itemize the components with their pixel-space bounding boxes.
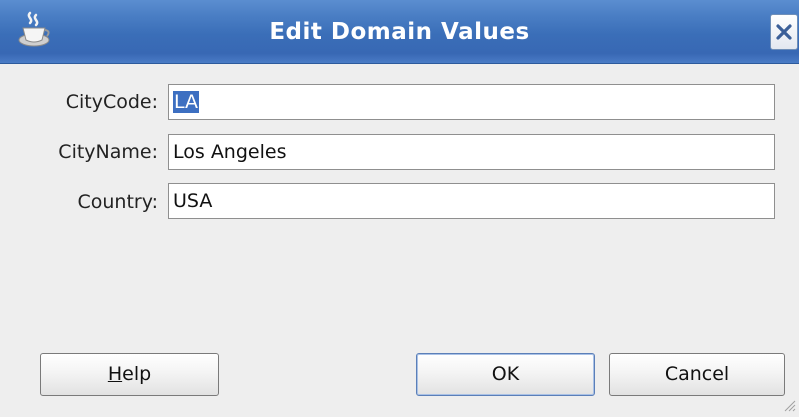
ok-button[interactable]: OK [416, 353, 595, 396]
ok-label: OK [491, 363, 520, 385]
cityname-input[interactable]: Los Angeles [168, 134, 775, 170]
cityname-label: CityName: [58, 141, 158, 163]
cancel-label: Cancel [664, 363, 730, 385]
help-button[interactable]: Help [40, 353, 219, 396]
citycode-input[interactable]: LA [168, 84, 775, 120]
help-label-rest: elp [122, 363, 152, 385]
resize-grip-icon[interactable] [782, 398, 796, 412]
citycode-value: LA [173, 91, 200, 113]
help-mnemonic: H [107, 363, 123, 385]
edit-domain-values-dialog: Edit Domain Values CityCode: LA CityName… [0, 0, 799, 417]
country-value: USA [173, 190, 213, 212]
dialog-title: Edit Domain Values [269, 19, 530, 45]
country-label: Country: [77, 191, 159, 213]
cityname-value: Los Angeles [173, 141, 287, 163]
title-bar[interactable]: Edit Domain Values [0, 0, 799, 64]
country-input[interactable]: USA [168, 183, 775, 219]
cancel-button[interactable]: Cancel [609, 353, 785, 396]
close-icon [776, 24, 792, 40]
close-button[interactable] [770, 14, 798, 50]
citycode-label: CityCode: [65, 91, 158, 113]
